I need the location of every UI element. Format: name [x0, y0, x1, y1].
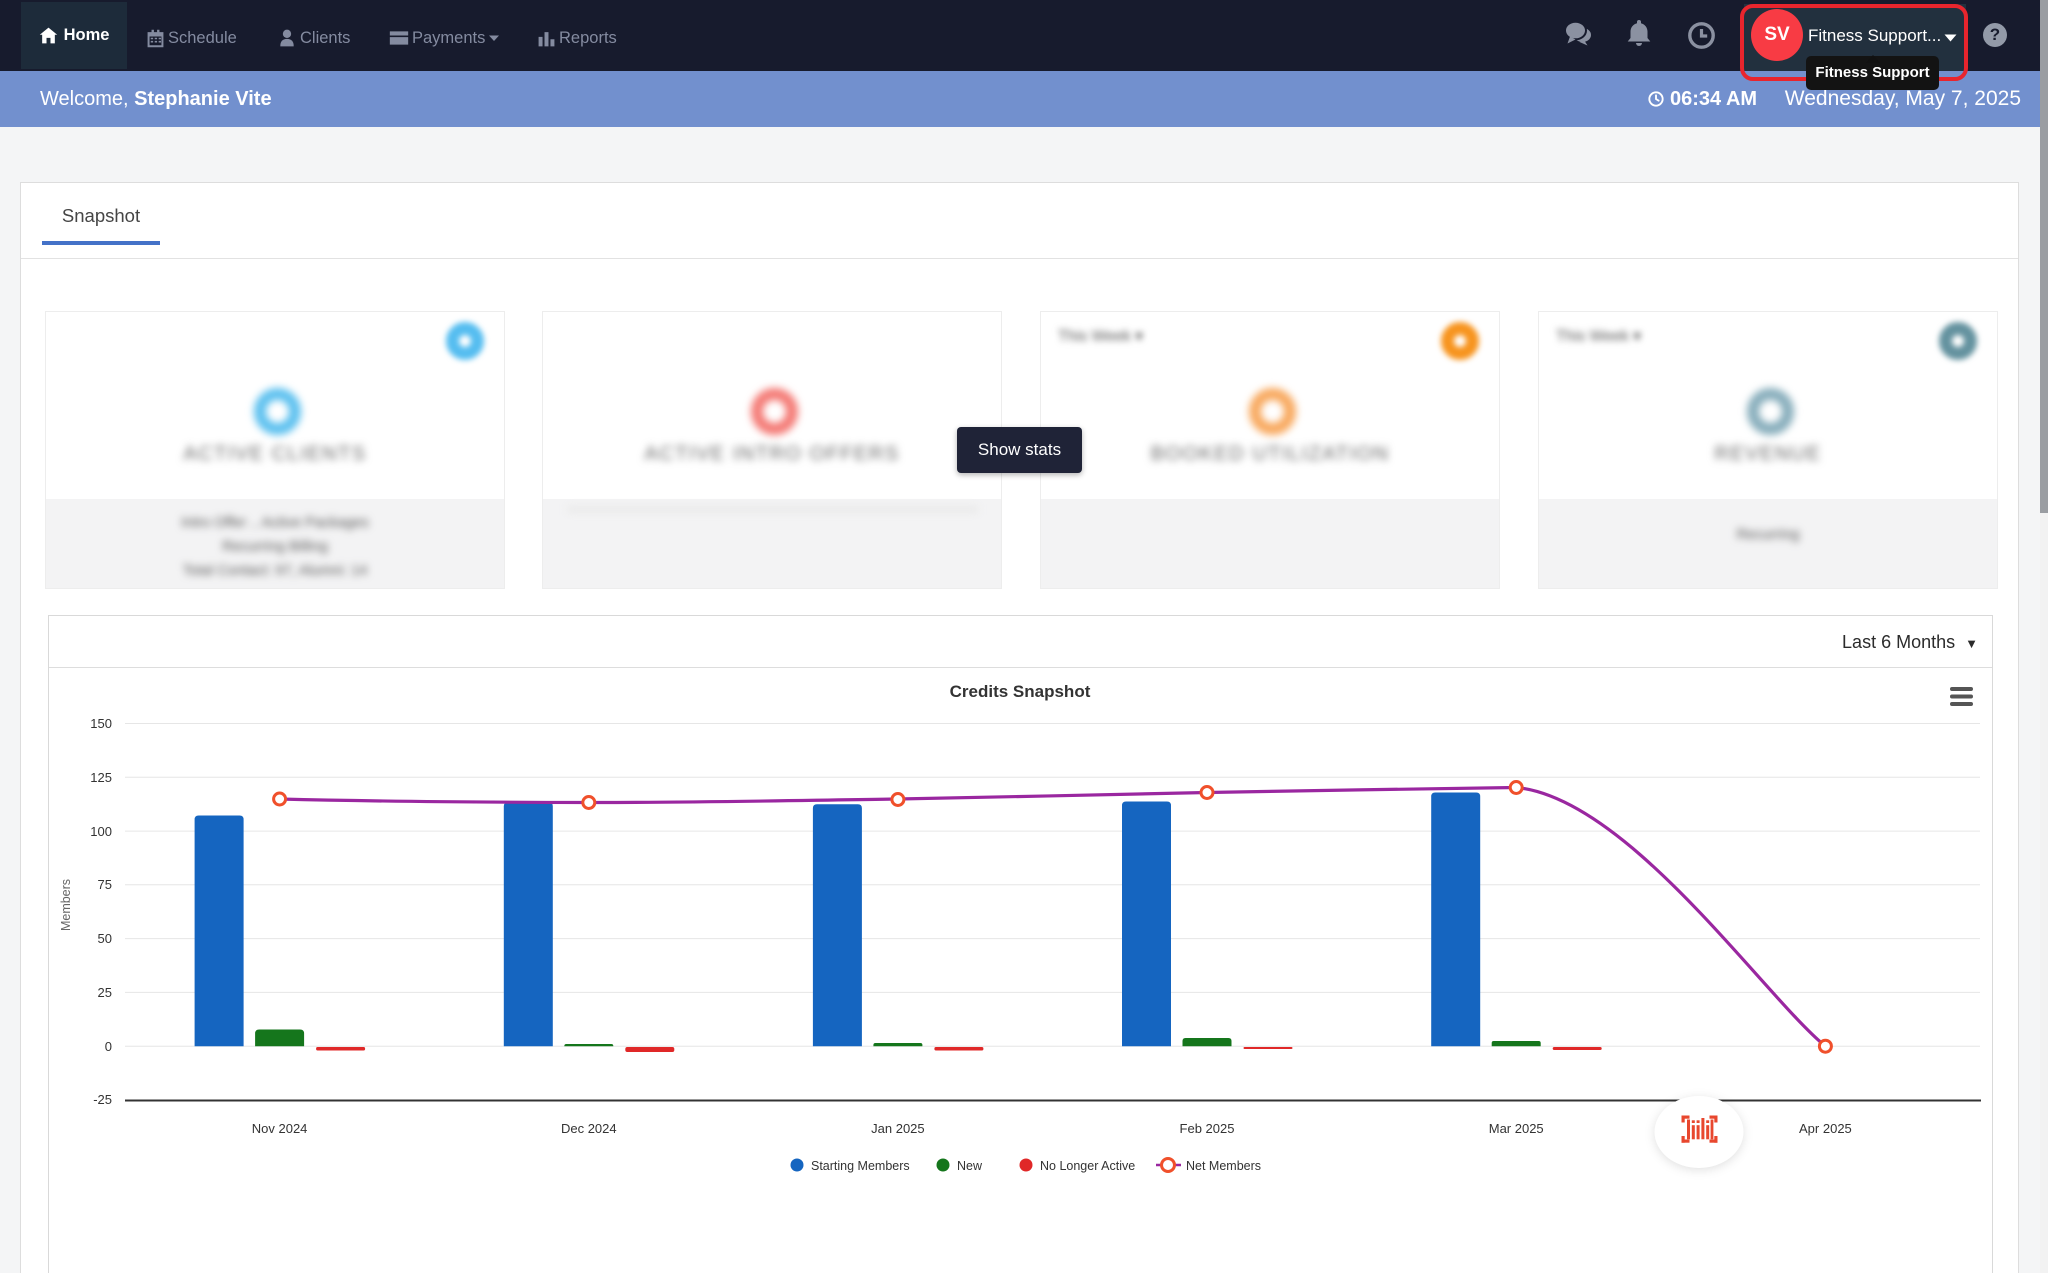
svg-text:125: 125 [90, 770, 112, 785]
svg-text:50: 50 [98, 931, 112, 946]
svg-text:25: 25 [98, 985, 112, 1000]
svg-text:Jan 2025: Jan 2025 [871, 1121, 925, 1136]
svg-text:No Longer Active: No Longer Active [1040, 1159, 1135, 1173]
svg-text:Mar 2025: Mar 2025 [1489, 1121, 1544, 1136]
svg-text:New: New [957, 1159, 983, 1173]
svg-text:150: 150 [90, 716, 112, 731]
svg-text:75: 75 [98, 877, 112, 892]
svg-text:-25: -25 [93, 1092, 112, 1107]
svg-text:Members: Members [59, 879, 73, 931]
svg-text:Feb 2025: Feb 2025 [1180, 1121, 1235, 1136]
svg-text:100: 100 [90, 824, 112, 839]
svg-text:Apr 2025: Apr 2025 [1799, 1121, 1852, 1136]
svg-text:Nov 2024: Nov 2024 [252, 1121, 308, 1136]
svg-text:0: 0 [105, 1039, 112, 1054]
svg-text:Credits Snapshot: Credits Snapshot [950, 682, 1091, 701]
svg-text:Starting Members: Starting Members [811, 1159, 910, 1173]
svg-text:Dec 2024: Dec 2024 [561, 1121, 617, 1136]
svg-text:Net Members: Net Members [1186, 1159, 1261, 1173]
